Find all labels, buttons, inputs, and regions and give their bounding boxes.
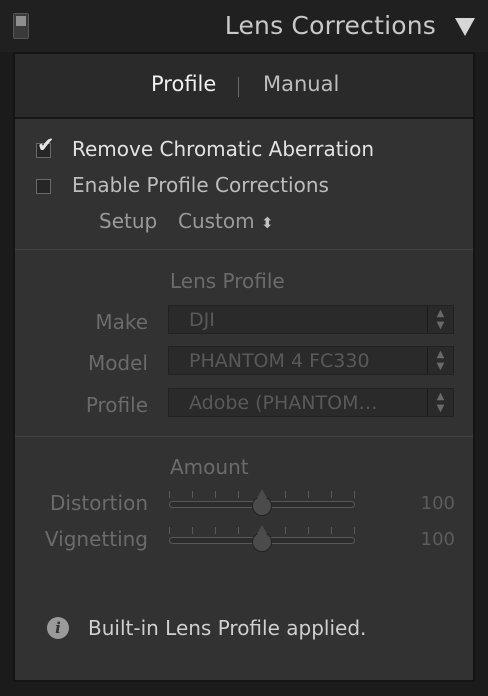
lens-profile-heading: Lens Profile [170,269,285,293]
distortion-value[interactable]: 100 [421,493,455,514]
make-value: DJI [189,309,215,331]
vignetting-label: Vignetting [44,527,148,551]
lens-corrections-panel: Profile Manual ✔ Remove Chromatic Aberra… [13,52,475,682]
collapse-triangle-icon[interactable] [455,18,475,36]
distortion-slider-thumb[interactable] [252,489,272,516]
setup-label: Setup [99,209,158,233]
tab-manual[interactable]: Manual [263,72,339,96]
tab-divider [238,77,239,97]
make-label: Make [95,310,148,334]
vignetting-slider-thumb[interactable] [252,525,272,552]
info-icon: i [47,617,69,639]
setup-dropdown[interactable]: Custom ⬍ [178,209,274,233]
panel-enable-switch[interactable] [13,13,29,39]
divider [15,436,473,437]
setup-value: Custom [178,209,255,233]
panel-header[interactable]: Lens Corrections [0,0,488,52]
select-arrows-icon: ▲ ▼ [427,347,453,374]
tab-bar: Profile Manual [15,54,473,119]
model-label: Model [87,351,148,375]
updown-arrow-icon: ⬍ [260,214,274,232]
profile-label: Profile [85,393,148,417]
divider [15,249,473,250]
amount-heading: Amount [170,455,249,479]
profile-value: Adobe (PHANTOM… [189,392,378,414]
vignetting-value[interactable]: 100 [421,529,455,550]
select-arrows-icon: ▲ ▼ [427,306,453,333]
panel-title: Lens Corrections [224,11,436,40]
model-value: PHANTOM 4 FC330 [189,350,370,372]
profile-select[interactable]: Adobe (PHANTOM… ▲ ▼ [168,388,454,417]
remove-chromatic-aberration-checkbox[interactable]: ✔ [36,135,55,158]
remove-chromatic-aberration-label[interactable]: Remove Chromatic Aberration [72,137,374,161]
distortion-label: Distortion [50,491,148,515]
status-message: Built-in Lens Profile applied. [88,616,367,640]
enable-profile-corrections-label[interactable]: Enable Profile Corrections [72,173,329,197]
checkmark-icon: ✔ [37,133,55,157]
model-select[interactable]: PHANTOM 4 FC330 ▲ ▼ [168,346,454,375]
make-select[interactable]: DJI ▲ ▼ [168,305,454,334]
tab-profile[interactable]: Profile [151,72,216,96]
select-arrows-icon: ▲ ▼ [427,389,453,416]
enable-profile-corrections-checkbox[interactable] [36,179,51,194]
